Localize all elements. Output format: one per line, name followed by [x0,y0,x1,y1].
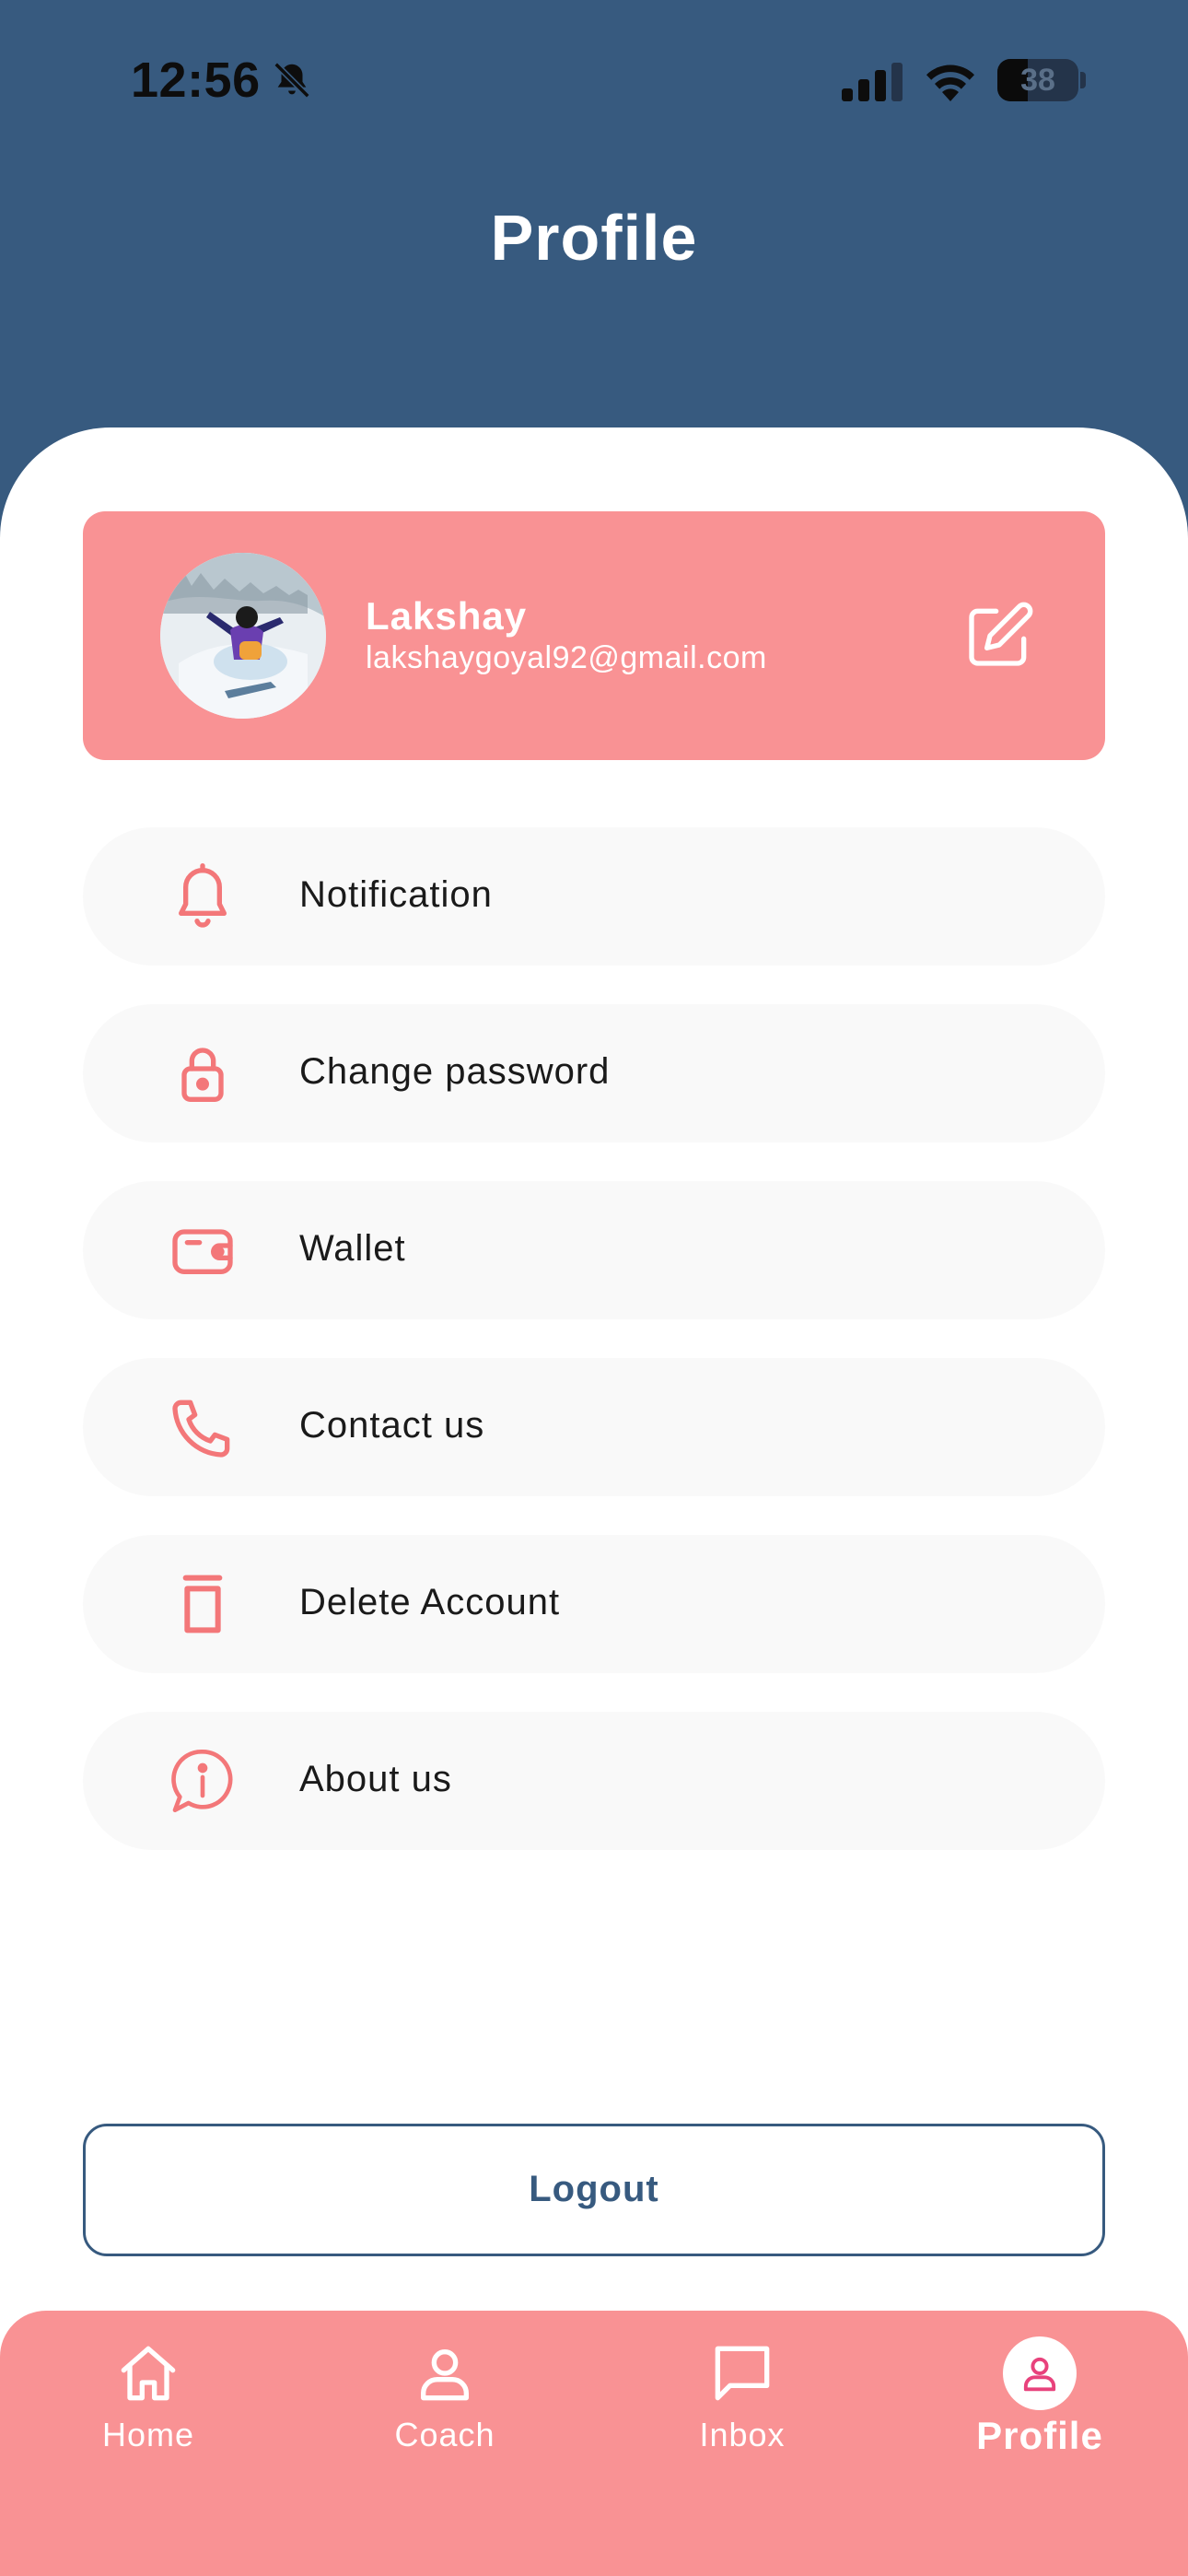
wifi-icon [926,64,974,101]
nav-label: Home [101,2416,195,2453]
menu-item-about-us[interactable]: About us [83,1712,1105,1850]
person-icon [1023,2357,1056,2392]
avatar-photo [160,553,326,719]
menu-item-label: About us [299,1759,452,1799]
nav-item-inbox[interactable]: Inbox [594,2311,891,2495]
user-email: lakshaygoyal92@gmail.com [366,640,767,675]
bottom-nav: Home Coach Inbox Profile [0,2311,1188,2576]
menu-item-label: Change password [299,1051,611,1092]
wallet-icon [172,1229,233,1274]
menu-item-label: Delete Account [299,1582,561,1622]
profile-card: Lakshay lakshaygoyal92@gmail.com [83,511,1105,760]
trash-icon [182,1575,223,1633]
nav-item-coach[interactable]: Coach [297,2311,593,2495]
avatar[interactable] [160,553,326,719]
info-bubble-icon [171,1749,233,1812]
nav-item-home[interactable]: Home [0,2311,297,2495]
logout-label: Logout [529,2169,659,2209]
menu-item-change-password[interactable]: Change password [83,1004,1105,1142]
menu-item-label: Wallet [299,1228,406,1269]
edit-icon[interactable] [962,599,1036,673]
menu-item-label: Contact us [299,1405,485,1446]
phone-icon [172,1399,230,1458]
nav-item-profile[interactable]: Profile [891,2311,1188,2495]
lock-icon [181,1048,224,1102]
logout-button[interactable]: Logout [83,2124,1105,2256]
nav-label: Coach [394,2416,495,2453]
battery-percent: 38 [1020,63,1055,98]
user-name: Lakshay [366,594,528,638]
menu-item-contact-us[interactable]: Contact us [83,1358,1105,1496]
menu-item-wallet[interactable]: Wallet [83,1181,1105,1319]
nav-active-indicator [1003,2336,1077,2410]
menu-item-label: Notification [299,874,493,915]
chat-icon [715,2346,770,2401]
menu-item-notification[interactable]: Notification [83,827,1105,966]
battery-tip [1080,72,1086,88]
nav-label: Inbox [699,2416,786,2453]
cellular-signal-icon [842,63,903,101]
home-icon [121,2346,176,2401]
bell-slash-icon [274,62,310,99]
page-title: Profile [490,202,698,274]
bell-icon [179,863,227,928]
status-bar: 12:56 38 [0,0,1188,166]
person-icon [421,2349,469,2401]
status-time: 12:56 [131,53,261,108]
menu-item-delete-account[interactable]: Delete Account [83,1535,1105,1673]
battery-indicator: 38 [997,59,1078,101]
nav-label: Profile [976,2414,1103,2457]
